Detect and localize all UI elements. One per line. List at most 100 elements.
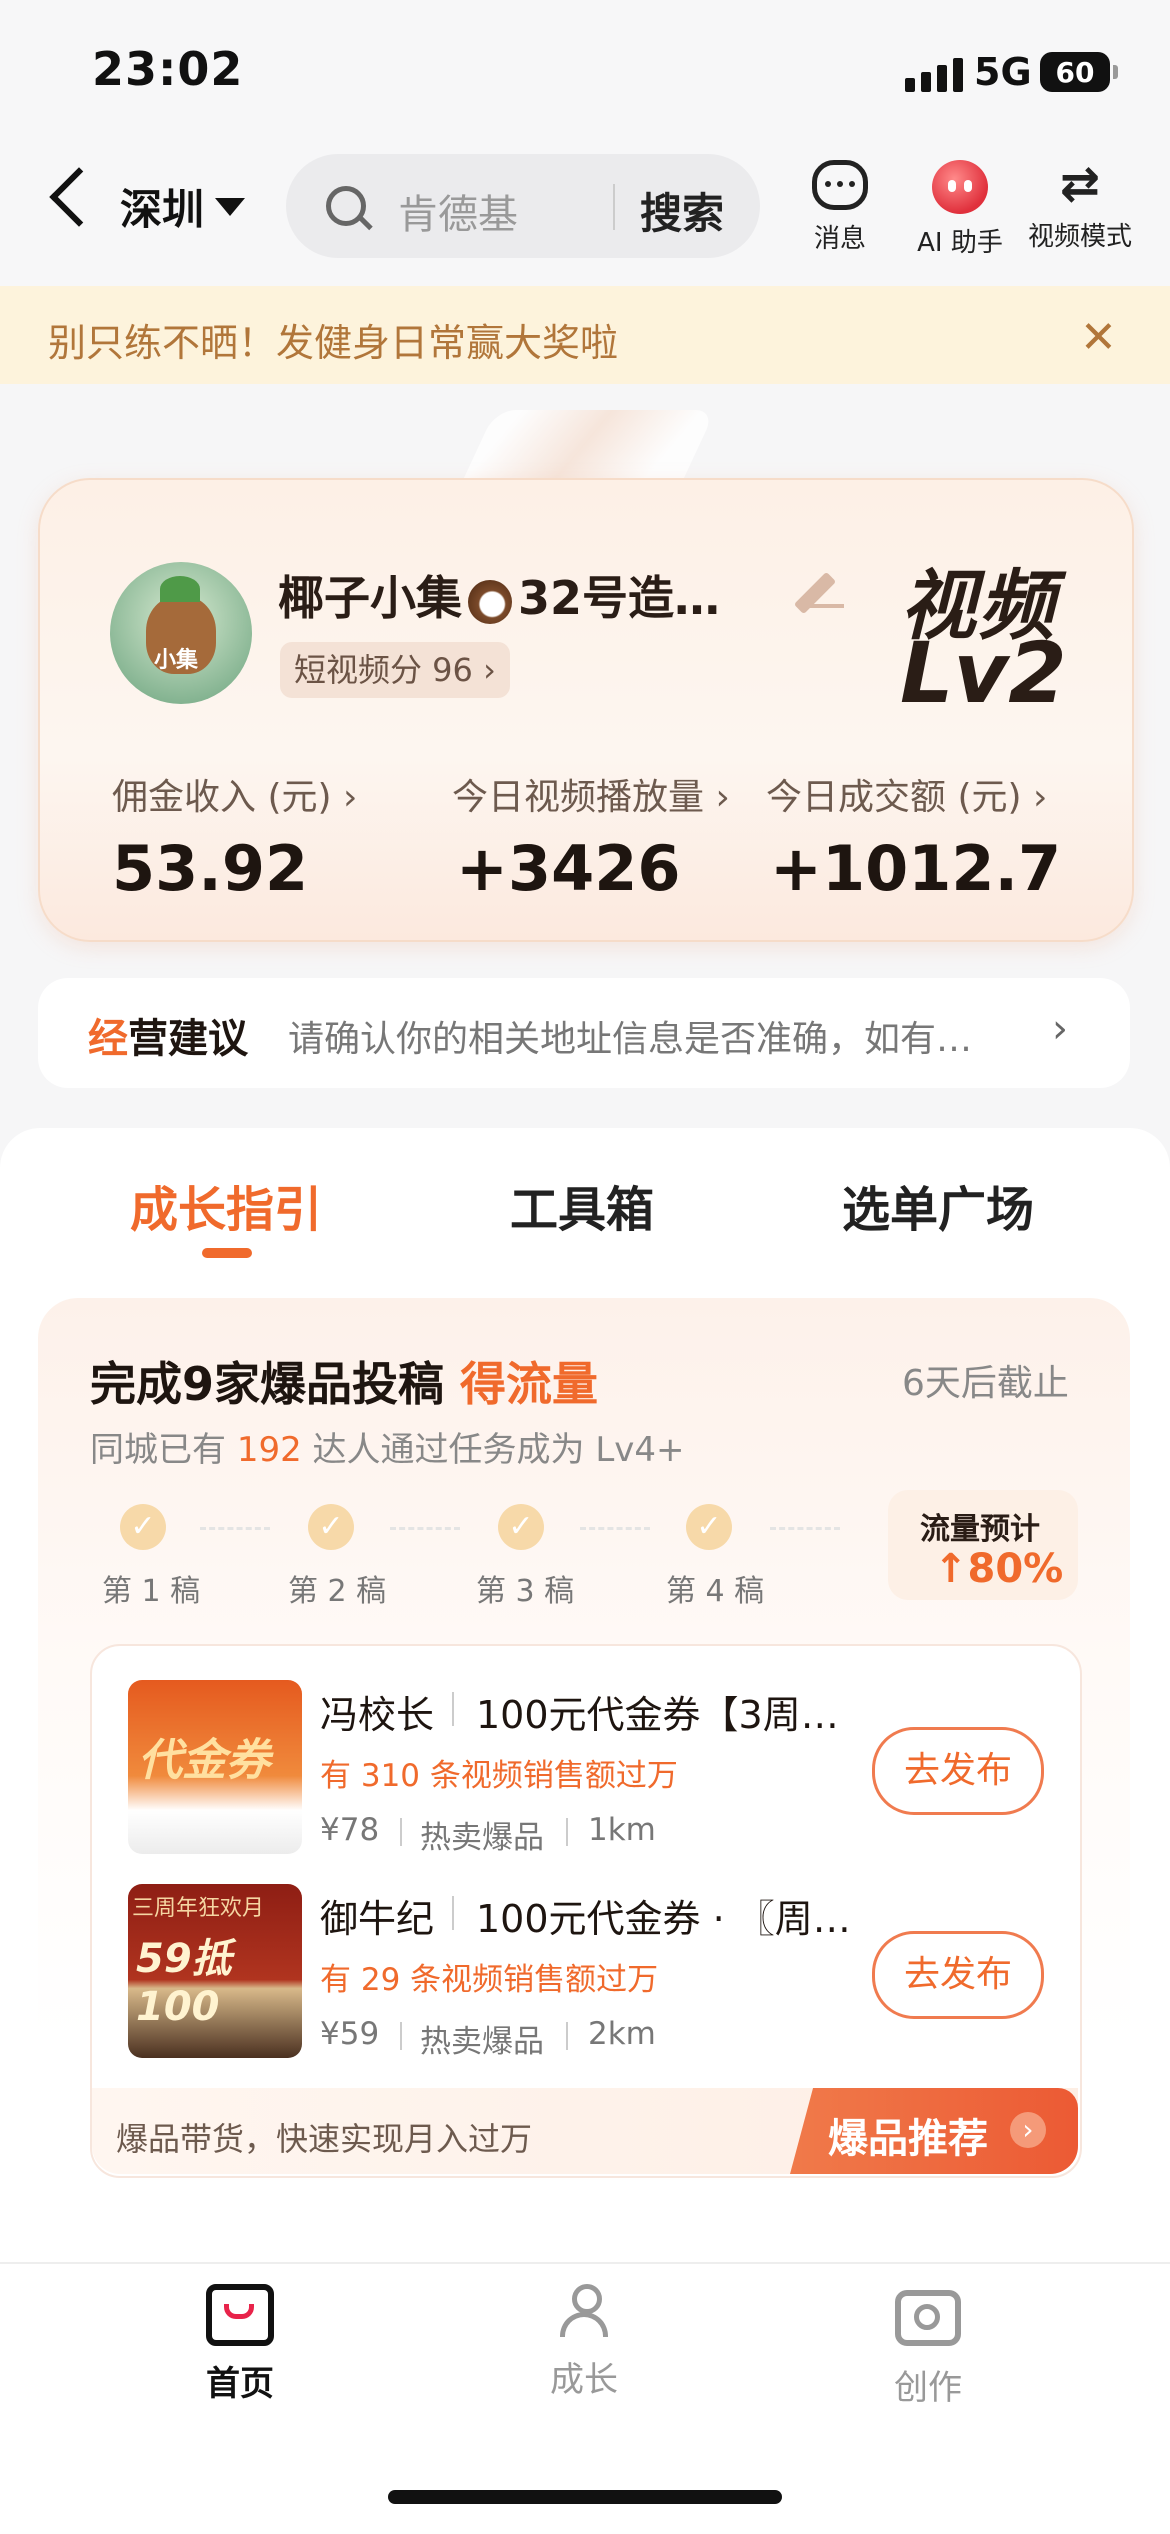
message-button[interactable]: 消息 — [800, 160, 880, 255]
level-value: Lv2 — [900, 624, 1067, 722]
search-divider — [613, 184, 615, 230]
commission-value: 53.92 — [112, 832, 309, 905]
battery-icon: 60 — [1040, 52, 1118, 92]
task-sub-number: 192 — [236, 1430, 302, 1470]
video-plays-label[interactable]: 今日视频播放量 › — [452, 768, 730, 820]
avatar[interactable] — [110, 562, 252, 704]
product-distance: 1km — [588, 1812, 656, 1848]
publish-button[interactable]: 去发布 — [872, 1727, 1044, 1815]
product-thumbnail[interactable]: 三周年狂欢月 59抵100 — [128, 1884, 302, 2058]
camera-icon — [895, 2290, 961, 2346]
nav-create[interactable]: 创作 — [848, 2284, 1008, 2409]
message-label: 消息 — [813, 224, 866, 254]
chevron-right-icon: › — [1010, 2112, 1046, 2148]
ai-assistant-button[interactable]: AI 助手 — [910, 160, 1010, 259]
product-sales: 有 310 条视频销售额过万 — [320, 1758, 678, 1794]
divider — [566, 2022, 568, 2050]
caret-down-icon[interactable] — [215, 198, 245, 216]
thumb-text: 三周年狂欢月 — [132, 1896, 265, 1921]
edit-icon-base — [804, 604, 844, 608]
product-tag: 热卖爆品 — [420, 1820, 544, 1856]
chevron-right-icon[interactable]: › — [1052, 1006, 1068, 1052]
product-thumbnail[interactable]: 代金券 — [128, 1680, 302, 1854]
battery-level: 60 — [1055, 55, 1095, 89]
profile-name-text: 椰子小集 — [278, 571, 462, 625]
step-check-icon: ✓ — [498, 1504, 544, 1550]
divider — [400, 1818, 402, 1846]
hot-products-label: 爆品推荐 — [828, 2116, 988, 2162]
product-title[interactable]: 100元代金券 · 〖周… — [476, 1888, 851, 1943]
growth-icon — [554, 2284, 614, 2344]
commission-label[interactable]: 佣金收入 (元) › — [112, 768, 357, 820]
search-button[interactable]: 搜索 — [640, 180, 724, 241]
video-mode-button[interactable]: ⇄ 视频模式 — [1020, 160, 1140, 253]
step-label: 第 1 稿 — [102, 1574, 201, 1609]
traffic-forecast-label: 流量预计 — [920, 1512, 1040, 1547]
nav-home-label: 首页 — [206, 2364, 274, 2404]
ai-assistant-icon — [932, 160, 988, 214]
search-icon — [326, 186, 366, 226]
home-bag-icon — [206, 2284, 274, 2346]
banner-text: 别只练不晒！发健身日常赢大奖啦 — [48, 321, 619, 365]
publish-button[interactable]: 去发布 — [872, 1931, 1044, 2019]
signal-icon — [905, 56, 963, 92]
nav-growth[interactable]: 成长 — [504, 2284, 664, 2401]
video-score-badge[interactable]: 短视频分 96 › — [280, 642, 510, 698]
status-time: 23:02 — [92, 42, 244, 96]
gmv-label[interactable]: 今日成交额 (元) › — [766, 768, 1047, 820]
gmv-value: +1012.7 — [770, 832, 1062, 905]
ai-assistant-label: AI 助手 — [917, 228, 1003, 258]
product-store: 御牛纪 — [320, 1897, 435, 1941]
search-input[interactable]: 肯德基 — [398, 182, 518, 240]
advice-text: 请确认你的相关地址信息是否准确，如有… — [288, 1019, 973, 1060]
nav-home[interactable]: 首页 — [160, 2284, 320, 2405]
active-tab-indicator — [202, 1248, 252, 1258]
swap-icon: ⇄ — [1059, 156, 1101, 212]
profile-name: 椰子小集 32号造… — [278, 562, 720, 628]
tab-selection-plaza[interactable]: 选单广场 — [842, 1170, 1034, 1240]
divider — [452, 1692, 454, 1726]
step-check-icon: ✓ — [308, 1504, 354, 1550]
product-distance: 2km — [588, 2016, 656, 2052]
task-deadline: 6天后截止 — [902, 1363, 1069, 1404]
nav-growth-label: 成长 — [550, 2360, 618, 2400]
product-price: ¥59 — [320, 2016, 380, 2052]
video-mode-label: 视频模式 — [1027, 222, 1132, 252]
profile-name-suffix: 32号造… — [518, 571, 721, 625]
product-price: ¥78 — [320, 1812, 380, 1848]
task-sub-prefix: 同城已有 — [90, 1430, 226, 1470]
avatar-tag: 小集 — [154, 648, 199, 673]
step-connector — [580, 1527, 650, 1530]
traffic-forecast-value: ↑80% — [934, 1546, 1064, 1592]
task-title: 完成9家爆品投稿 得流量 — [90, 1348, 598, 1414]
product-sales: 有 29 条视频销售额过万 — [320, 1962, 659, 1998]
product-title[interactable]: 100元代金券【3周… — [476, 1684, 839, 1739]
step-connector — [390, 1527, 460, 1530]
step-label: 第 3 稿 — [476, 1574, 575, 1609]
tab-growth-guide[interactable]: 成长指引 — [130, 1170, 322, 1240]
advice-title-first: 经 — [88, 1016, 128, 1062]
coconut-emoji-icon — [468, 579, 512, 624]
thumb-text: 代金券 — [138, 1735, 270, 1786]
product-store: 冯校长 — [320, 1693, 435, 1737]
city-selector[interactable]: 深圳 — [120, 176, 204, 237]
step-label: 第 2 稿 — [288, 1574, 387, 1609]
divider — [566, 1818, 568, 1846]
network-type: 5G — [974, 50, 1032, 94]
step-connector — [770, 1527, 840, 1530]
product-tag: 热卖爆品 — [420, 2024, 544, 2060]
advice-title-rest: 营建议 — [128, 1016, 248, 1062]
step-check-icon: ✓ — [120, 1504, 166, 1550]
thumb-text-2: 59抵100 — [136, 1936, 232, 2030]
divider — [452, 1896, 454, 1930]
task-subtitle: 同城已有 192 达人通过任务成为 Lv4+ — [90, 1422, 685, 1471]
task-sub-suffix: 达人通过任务成为 Lv4+ — [312, 1430, 685, 1470]
tab-toolbox[interactable]: 工具箱 — [510, 1170, 654, 1240]
close-icon[interactable]: ✕ — [1080, 312, 1117, 363]
divider — [400, 2022, 402, 2050]
task-title-text: 完成9家爆品投稿 — [90, 1357, 445, 1411]
task-title-highlight: 得流量 — [460, 1357, 599, 1411]
nav-create-label: 创作 — [894, 2368, 962, 2408]
advice-title: 经营建议 — [88, 1006, 248, 1064]
home-indicator — [388, 2490, 782, 2504]
